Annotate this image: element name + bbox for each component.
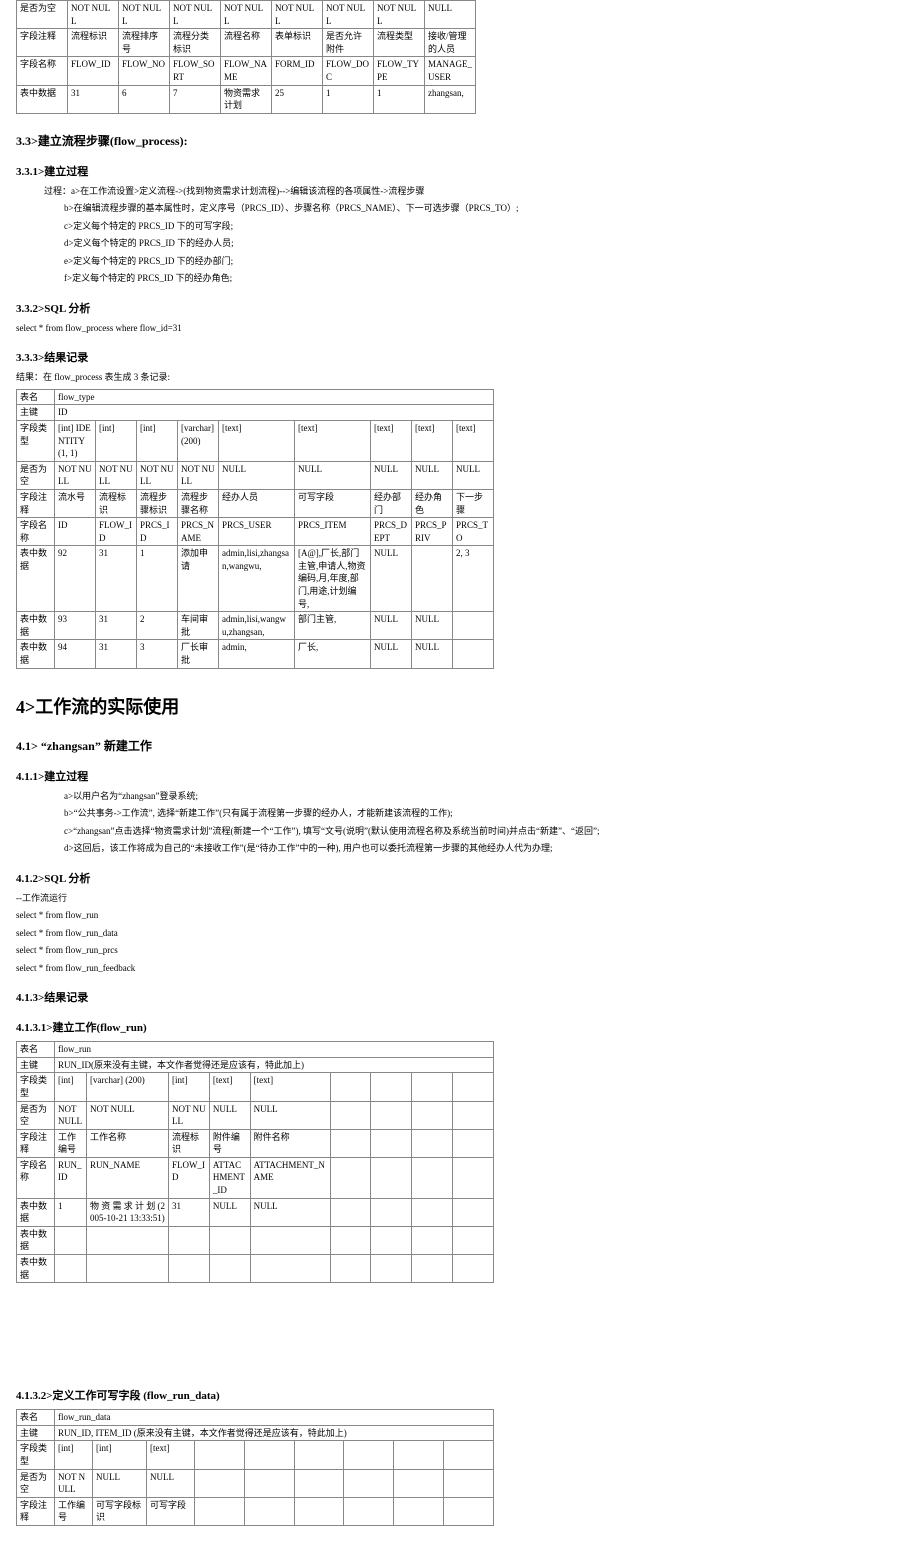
- table-flow-top: 是否为空NOT NULLNOT NULLNOT NULLNOT NULLNOT …: [16, 0, 476, 114]
- heading-4-1-3-1: 4.1.3.1>建立工作(flow_run): [16, 1019, 904, 1035]
- table-flow-run: 表名flow_run 主键RUN_ID(原来没有主键，本文作者觉得还是应该有，特…: [16, 1041, 494, 1283]
- heading-3-3-1: 3.3.1>建立过程: [16, 163, 904, 179]
- heading-4-1-2: 4.1.2>SQL 分析: [16, 870, 904, 886]
- heading-3-3: 3.3>建立流程步骤(flow_process):: [16, 132, 904, 149]
- heading-3-3-2: 3.3.2>SQL 分析: [16, 300, 904, 316]
- heading-3-3-3: 3.3.3>结果记录: [16, 349, 904, 365]
- table-flow-process: 表名flow_type 主键ID 字段类型[int] IDENTITY (1, …: [16, 389, 494, 669]
- heading-4: 4>工作流的实际使用: [16, 693, 904, 719]
- sql-text: select * from flow_process where flow_id…: [16, 322, 904, 336]
- process-text: 过程：a>在工作流设置>定义流程->(找到物资需求计划流程)-->编辑该流程的各…: [16, 185, 904, 199]
- heading-4-1-3-2: 4.1.3.2>定义工作可写字段 (flow_run_data): [16, 1387, 904, 1403]
- heading-4-1-3: 4.1.3>结果记录: [16, 989, 904, 1005]
- heading-4-1-1: 4.1.1>建立过程: [16, 768, 904, 784]
- table-flow-run-data: 表名flow_run_data 主键RUN_ID, ITEM_ID (原来没有主…: [16, 1409, 494, 1526]
- heading-4-1: 4.1> “zhangsan” 新建工作: [16, 737, 904, 754]
